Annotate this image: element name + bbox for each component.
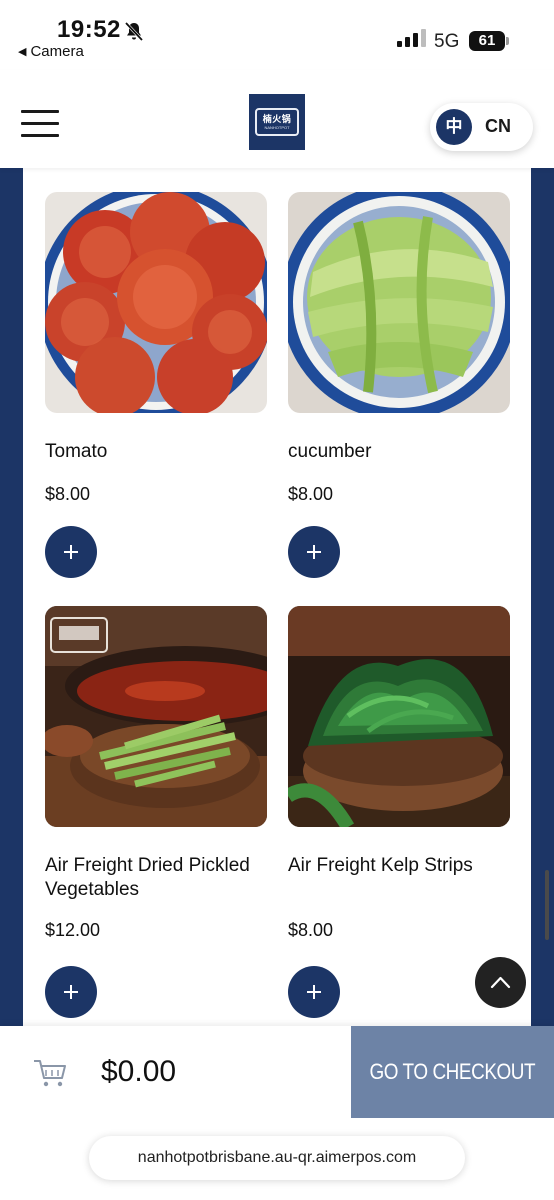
product-name: Air Freight Dried Pickled Vegetables — [45, 855, 250, 900]
add-to-cart-button[interactable] — [288, 526, 340, 578]
back-app-label: Camera — [30, 43, 84, 60]
add-to-cart-button[interactable] — [288, 966, 340, 1018]
product-card-dried-pickled-vegetables[interactable]: Air Freight Dried Pickled Vegetables $12… — [45, 606, 267, 1026]
add-to-cart-button[interactable] — [45, 526, 97, 578]
status-bar: 19:52 ◀ Camera 5G 61 — [0, 0, 554, 70]
logo-subtext: NANHOTPOT — [264, 125, 290, 130]
clock: 19:52 — [57, 16, 121, 43]
product-price: $8.00 — [45, 484, 91, 504]
product-image-cucumber[interactable] — [288, 192, 510, 413]
product-price: $8.00 — [288, 920, 334, 940]
logo-text: 楠火锅 — [262, 114, 292, 124]
site-header: 楠火锅 NANHOTPOT 中 CN — [0, 70, 554, 168]
chevron-up-icon — [490, 976, 511, 989]
checkout-button[interactable]: GO TO CHECKOUT — [351, 1026, 554, 1118]
network-type: 5G — [434, 31, 460, 52]
language-toggle-button[interactable]: 中 CN — [430, 103, 533, 151]
browser-bar: nanhotpotbrisbane.au-qr.aimerpos.com — [0, 1118, 554, 1200]
product-image-kelp-strips[interactable] — [288, 606, 510, 827]
product-name: cucumber — [288, 441, 372, 462]
add-to-cart-button[interactable] — [45, 966, 97, 1018]
product-price: $8.00 — [288, 484, 334, 504]
product-price: $12.00 — [45, 920, 101, 940]
product-image-tomato[interactable] — [45, 192, 267, 413]
language-label: CN — [485, 116, 511, 136]
product-grid[interactable]: Tomato $8.00 cucumber $8.00 Air Freight … — [23, 168, 531, 1028]
battery-icon: 61 — [469, 31, 505, 51]
shopping-cart-icon[interactable] — [33, 1058, 67, 1088]
scrollbar[interactable] — [545, 870, 549, 940]
url-bar[interactable]: nanhotpotbrisbane.au-qr.aimerpos.com — [89, 1136, 465, 1180]
product-card-tomato[interactable]: Tomato $8.00 — [45, 192, 267, 582]
back-to-app-link[interactable]: ◀ Camera — [18, 43, 84, 60]
battery-tip — [506, 37, 509, 45]
scroll-to-top-button[interactable] — [475, 957, 526, 1008]
right-border — [531, 168, 554, 1028]
cart-total: $0.00 — [101, 1055, 177, 1088]
product-card-cucumber[interactable]: cucumber $8.00 — [288, 192, 510, 582]
brand-logo[interactable]: 楠火锅 NANHOTPOT — [249, 94, 305, 150]
product-image-dried-pickled-vegetables[interactable] — [45, 606, 267, 827]
product-name: Air Freight Kelp Strips — [288, 855, 473, 876]
product-name: Tomato — [45, 441, 108, 462]
back-triangle-icon: ◀ — [18, 46, 27, 58]
cart-bar: $0.00 GO TO CHECKOUT — [0, 1026, 554, 1118]
language-char-badge: 中 — [436, 109, 472, 145]
logo-plaque: 楠火锅 NANHOTPOT — [255, 108, 299, 136]
checkout-label: GO TO CHECKOUT — [369, 1059, 536, 1084]
left-border — [0, 168, 23, 1028]
bell-muted-icon — [124, 21, 144, 42]
cellular-signal-icon — [397, 29, 426, 47]
menu-icon[interactable] — [21, 110, 59, 138]
